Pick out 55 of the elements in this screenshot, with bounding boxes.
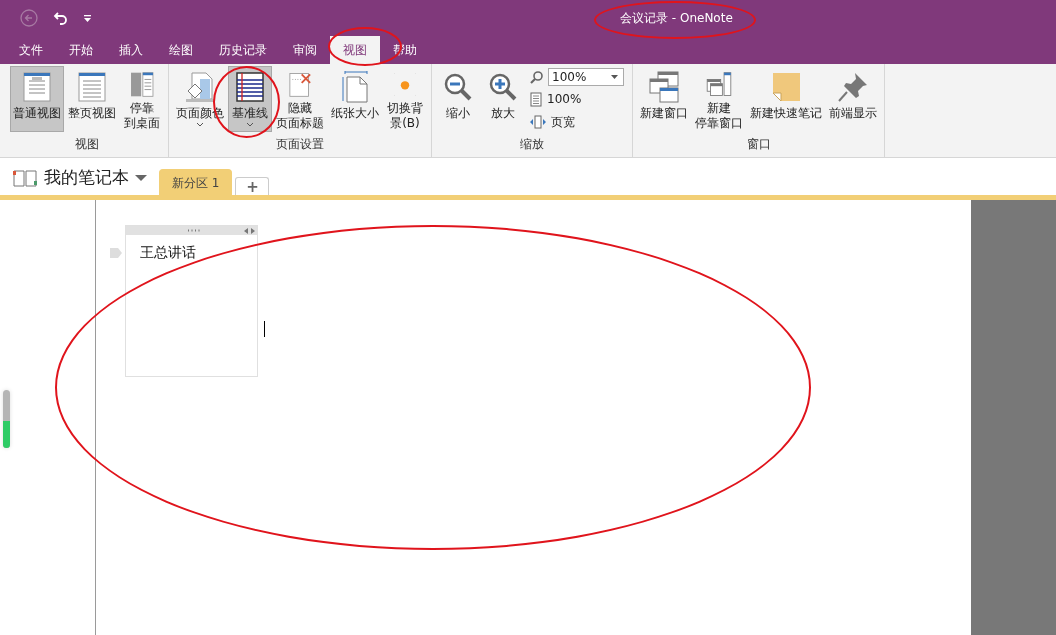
menu-tab[interactable]: 开始 — [56, 36, 106, 64]
ribbon-icon — [76, 71, 108, 103]
group-label: 缩放 — [520, 136, 544, 153]
menu-tab[interactable]: 插入 — [106, 36, 156, 64]
zoom-dropdown[interactable]: 100% — [548, 68, 624, 86]
zoom-option-button[interactable]: 100% — [530, 89, 624, 109]
ribbon-button[interactable]: 切换背 景(B) — [383, 66, 427, 132]
ribbon-icon — [442, 71, 474, 103]
ribbon-button[interactable]: 新建 停靠窗口 — [692, 66, 746, 132]
page-icon — [530, 91, 542, 107]
notebook-selector[interactable]: 我的笔记本 — [12, 166, 147, 189]
group-label: 页面设置 — [276, 136, 324, 153]
ribbon-button[interactable]: 普通视图 — [10, 66, 64, 132]
dropdown-arrow-icon — [611, 74, 619, 80]
resize-arrows-icon — [244, 227, 255, 234]
ribbon-button[interactable]: 新建快速笔记 — [747, 66, 825, 132]
search-icon — [530, 70, 544, 84]
menu-tab[interactable]: 审阅 — [280, 36, 330, 64]
back-icon — [20, 9, 38, 27]
ribbon-button[interactable]: 整页视图 — [65, 66, 119, 132]
note-text: 王总讲话 — [139, 243, 197, 262]
ribbon-button[interactable]: 缩小 — [436, 66, 480, 132]
customize-icon — [84, 14, 91, 22]
page-width-icon — [530, 115, 546, 129]
ribbon-button[interactable]: 放大 — [481, 66, 525, 132]
section-tab[interactable]: 新分区 1 — [159, 169, 233, 196]
ribbon-button[interactable]: 纸张大小 — [328, 66, 382, 132]
menu-tab[interactable]: 视图 — [330, 36, 380, 64]
notebook-icon — [12, 167, 38, 188]
ribbon-icon — [837, 71, 869, 103]
note-container-handle[interactable] — [126, 226, 257, 235]
ribbon-button[interactable]: 前端显示 — [826, 66, 880, 132]
menu-tab[interactable]: 绘图 — [156, 36, 206, 64]
ribbon-icon — [648, 71, 680, 103]
menu-tab[interactable]: 文件 — [6, 36, 56, 64]
ribbon-icon — [21, 71, 53, 103]
text-cursor — [264, 321, 265, 337]
ribbon-button[interactable]: 基准线 — [228, 66, 272, 132]
window-title: 会议记录 - OneNote — [620, 10, 733, 27]
ribbon-button[interactable]: 隐藏 页面标题 — [273, 66, 327, 132]
ribbon-icon — [234, 71, 266, 103]
paragraph-handle-icon — [110, 248, 122, 258]
group-label: 窗口 — [746, 136, 771, 153]
menu-tab[interactable]: 历史记录 — [206, 36, 280, 64]
ribbon-button[interactable]: 停靠 到桌面 — [120, 66, 164, 132]
zoom-option-button[interactable]: 页宽 — [530, 112, 624, 132]
drag-handle-icon — [187, 229, 201, 232]
ribbon-icon — [770, 71, 802, 103]
ribbon-icon — [487, 71, 519, 103]
ribbon-icon — [339, 71, 371, 103]
dropdown-arrow-icon — [135, 173, 147, 182]
undo-icon — [52, 9, 70, 27]
ribbon-icon — [184, 71, 216, 103]
group-label: 视图 — [75, 136, 99, 153]
ribbon-button[interactable]: 新建窗口 — [637, 66, 691, 132]
